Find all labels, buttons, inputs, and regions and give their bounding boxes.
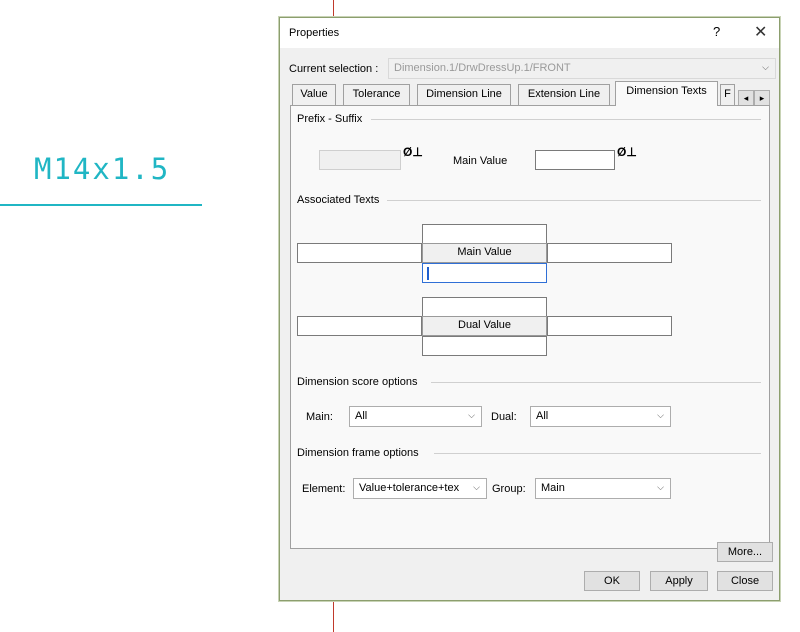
suffix-field[interactable]	[535, 150, 615, 170]
prefix-field	[319, 150, 401, 170]
main-value-below-field[interactable]	[422, 263, 547, 283]
dimension-texts-panel: Prefix - Suffix Ø⊥ Main Value Ø⊥ Associa…	[290, 105, 770, 549]
apply-button[interactable]: Apply	[650, 571, 708, 591]
dimension-text[interactable]: M14x1.5	[34, 152, 170, 186]
more-button[interactable]: More...	[717, 542, 773, 562]
ok-button[interactable]: OK	[584, 571, 640, 591]
dual-value-above-field[interactable]	[422, 297, 547, 317]
tab-value[interactable]: Value	[292, 84, 336, 105]
axis-line-bottom	[333, 600, 334, 632]
prefix-suffix-heading: Prefix - Suffix	[297, 113, 363, 125]
tab-extension-line[interactable]: Extension Line	[518, 84, 610, 105]
score-main-label: Main:	[306, 411, 333, 423]
frame-options-rule	[434, 453, 761, 454]
prefix-suffix-rule	[371, 119, 761, 120]
chevron-down-icon: ⌵	[657, 482, 664, 492]
main-value-before-field[interactable]	[297, 243, 422, 263]
main-value-after-field[interactable]	[547, 243, 672, 263]
dual-value-below-field[interactable]	[422, 336, 547, 356]
frame-element-select[interactable]: Value+tolerance+tex ⌵	[353, 478, 487, 499]
main-value-above-field[interactable]	[422, 224, 547, 244]
dual-value-before-field[interactable]	[297, 316, 422, 336]
prefix-symbol-button[interactable]: Ø⊥	[403, 145, 429, 169]
text-cursor	[427, 267, 429, 280]
chevron-down-icon: ⌵	[468, 410, 475, 420]
dimension-underline	[0, 204, 202, 206]
frame-group-value: Main	[541, 482, 565, 494]
suffix-symbol-button[interactable]: Ø⊥	[617, 145, 643, 169]
score-options-heading: Dimension score options	[297, 376, 418, 388]
close-icon[interactable]: ✕	[754, 22, 767, 42]
frame-options-heading: Dimension frame options	[297, 447, 419, 459]
dialog-title: Properties	[289, 27, 340, 39]
title-bar: Properties ? ✕	[280, 18, 779, 48]
frame-element-label: Element:	[302, 483, 346, 495]
frame-group-label: Group:	[492, 483, 526, 495]
score-dual-value: All	[536, 410, 549, 422]
close-button[interactable]: Close	[717, 571, 773, 591]
chevron-down-icon: ⌵	[473, 482, 480, 492]
dual-value-after-field[interactable]	[547, 316, 672, 336]
current-selection-combo: Dimension.1/DrwDressUp.1/FRONT ⌵	[388, 58, 776, 79]
main-value-label: Main Value	[453, 155, 508, 167]
score-dual-select[interactable]: All ⌵	[530, 406, 671, 427]
score-main-value: All	[355, 410, 368, 422]
tab-font[interactable]: F	[720, 84, 735, 105]
properties-dialog: Properties ? ✕ Current selection : Dimen…	[279, 17, 780, 601]
score-main-select[interactable]: All ⌵	[349, 406, 482, 427]
axis-line-top	[333, 0, 334, 17]
score-dual-label: Dual:	[491, 411, 517, 423]
help-button[interactable]: ?	[713, 24, 720, 39]
tab-tolerance[interactable]: Tolerance	[343, 84, 410, 105]
frame-group-select[interactable]: Main ⌵	[535, 478, 671, 499]
associated-texts-rule	[387, 200, 761, 201]
associated-texts-heading: Associated Texts	[297, 194, 380, 206]
frame-element-value: Value+tolerance+tex	[359, 482, 460, 494]
main-value-caption: Main Value	[422, 243, 547, 263]
dual-value-caption: Dual Value	[422, 316, 547, 336]
diameter-symbol-icon: Ø⊥	[617, 145, 637, 159]
chevron-down-icon: ⌵	[657, 410, 664, 420]
current-selection-value: Dimension.1/DrwDressUp.1/FRONT	[394, 62, 571, 74]
tab-scroll-left-button[interactable]: ◂	[738, 90, 754, 106]
tab-dimension-texts[interactable]: Dimension Texts	[615, 81, 718, 106]
tab-scroll-right-button[interactable]: ▸	[754, 90, 770, 106]
diameter-symbol-icon: Ø⊥	[403, 145, 423, 159]
chevron-down-icon: ⌵	[762, 62, 769, 72]
score-options-rule	[431, 382, 761, 383]
tab-dimension-line[interactable]: Dimension Line	[417, 84, 511, 105]
current-selection-label: Current selection :	[289, 63, 379, 75]
